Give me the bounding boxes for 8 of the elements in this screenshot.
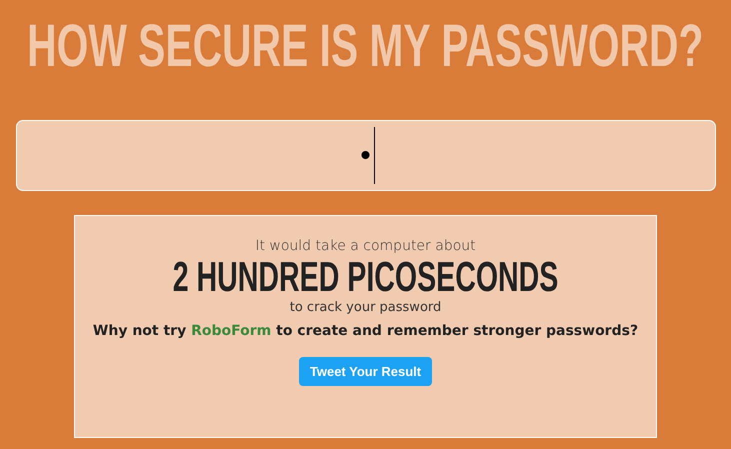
crack-time: 2 HUNDRED PICOSECONDS bbox=[172, 254, 560, 300]
suggestion-text: Why not try RoboForm to create and remember stronger passwords? bbox=[92, 323, 638, 339]
intro-text: It would take a computer about bbox=[255, 238, 476, 254]
outro-text: to crack your password bbox=[290, 300, 442, 315]
roboform-link[interactable]: RoboForm bbox=[191, 323, 272, 339]
tweet-button[interactable]: Tweet Your Result bbox=[298, 357, 432, 386]
password-field[interactable]: • bbox=[16, 120, 716, 191]
page-title: HOW SECURE IS MY PASSWORD? bbox=[26, 11, 705, 81]
